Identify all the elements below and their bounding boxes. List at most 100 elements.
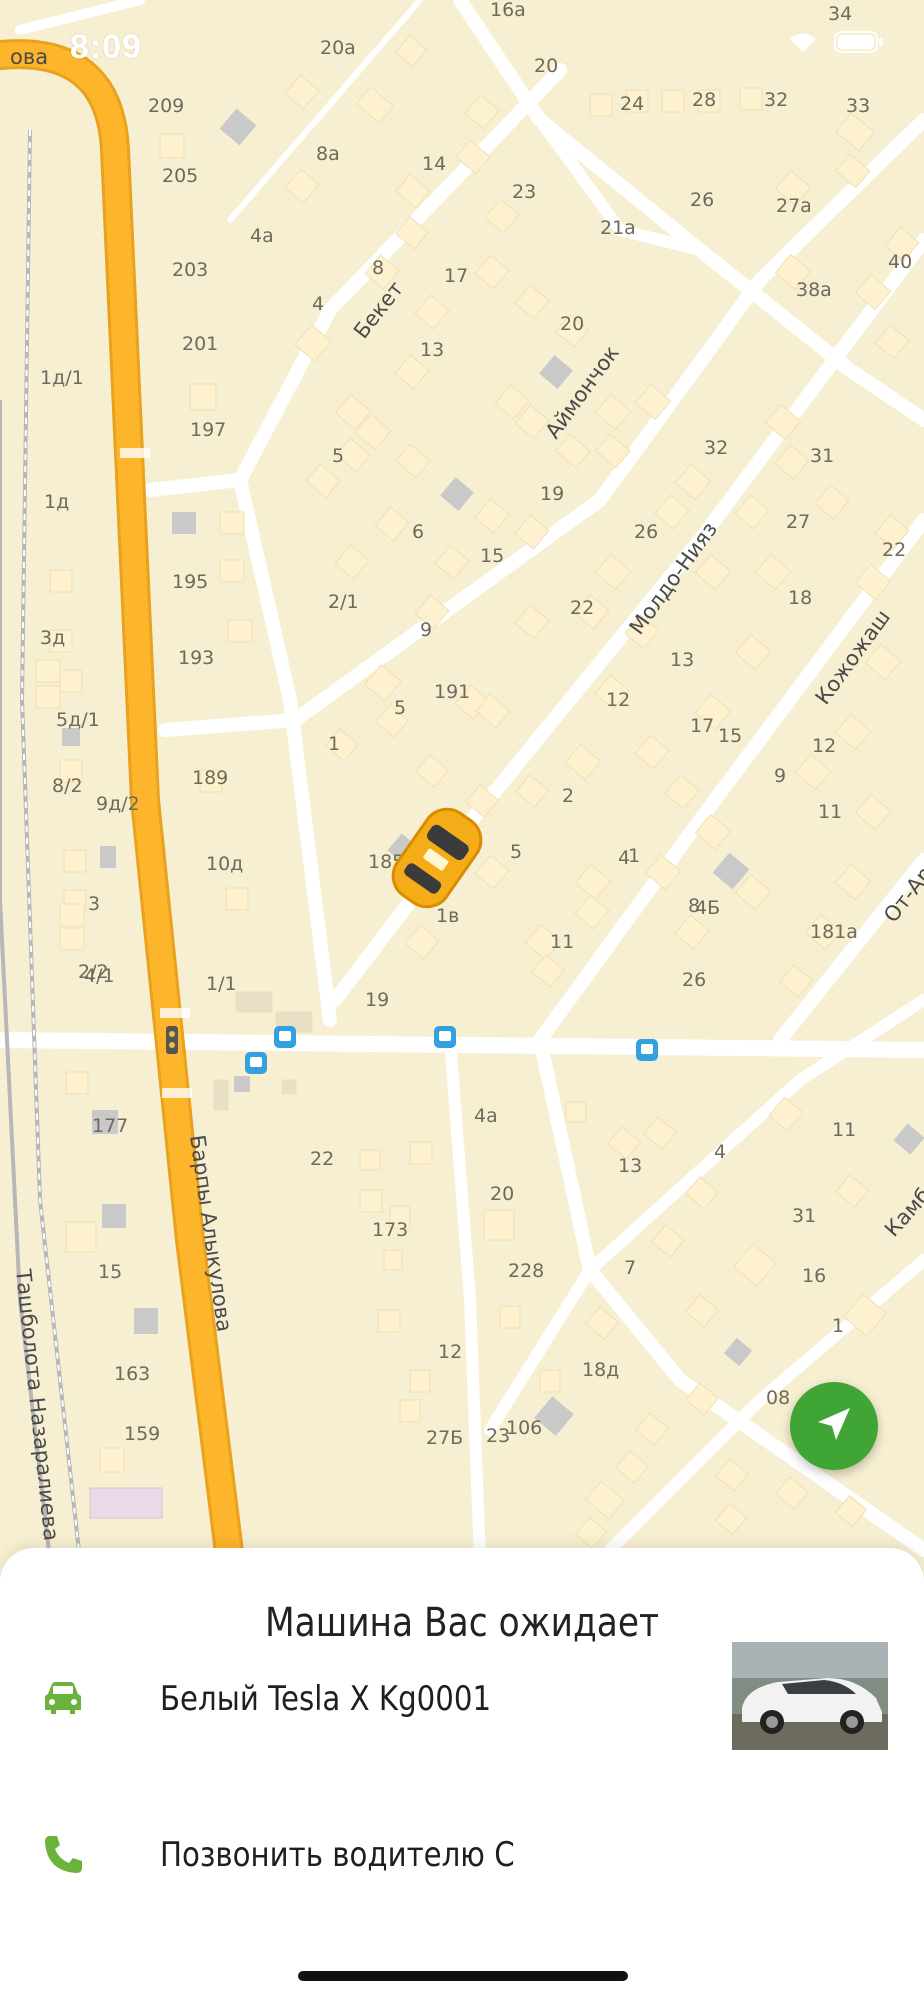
house-number-label: 14 [422,153,446,175]
status-time: 8:09 [70,28,143,66]
house-number-label: 20 [534,55,558,77]
house-number-label: 5 [394,697,406,719]
house-number-label: 19 [540,483,564,505]
house-number-label: 38а [796,279,832,301]
house-number-label: 15 [98,1261,122,1283]
house-number-label: 12 [438,1341,462,1363]
street-name-label: ова [10,45,48,69]
house-number-label: 22 [882,539,906,561]
house-number-label: 18д [582,1359,619,1381]
house-number-label: 16а [490,0,526,21]
house-number-label: 26 [634,521,658,543]
house-number-label: 8 [372,257,384,279]
house-number-label: 13 [618,1155,642,1177]
locate-arrow-icon [812,1402,856,1451]
house-number-label: 203 [172,259,208,281]
house-number-label: 19 [365,989,389,1011]
house-number-label: 3д [40,627,65,649]
house-number-label: 1д [44,491,69,513]
house-number-label: 4а [474,1105,498,1127]
house-number-label: 8/2 [52,775,83,797]
house-number-label: 31 [810,445,834,467]
traffic-light-icon [166,1026,178,1054]
house-number-label: 5 [510,841,522,863]
call-driver-label[interactable]: Позвонить водителю С [160,1835,515,1875]
house-number-label: 13 [420,339,444,361]
house-number-label: 177 [92,1115,128,1137]
house-number-label: 11 [550,931,574,953]
house-number-label: 34 [828,3,852,25]
house-number-label: 8а [316,143,340,165]
house-number-label: 15 [718,725,742,747]
house-number-label: 163 [114,1363,150,1385]
house-number-label: 9д/2 [96,793,140,815]
call-driver-row[interactable]: Позвонить водителю С [0,1810,924,1900]
house-number-label: 20 [560,313,584,335]
house-number-label: 9 [420,619,432,641]
car-photo [732,1642,888,1750]
sheet-title: Машина Вас ожидает [264,1600,660,1646]
phone-icon [38,1830,88,1880]
house-number-label: 209 [148,95,184,117]
house-number-label: 4 [714,1141,726,1163]
ride-status-sheet: Машина Вас ожидает Белый Tesla X Kg0001 [0,1548,924,2000]
house-number-label: 3 [88,893,100,915]
house-number-label: 26 [690,189,714,211]
house-number-label: 1в [436,905,459,927]
house-number-label: 08 [766,1387,790,1409]
house-number-label: 21а [600,217,636,239]
house-number-label: 205 [162,165,198,187]
house-number-label: 189 [192,767,228,789]
house-number-label: 11 [818,801,842,823]
house-number-label: 1 [328,733,340,755]
house-number-label: 191 [434,681,470,703]
house-number-label: 32 [704,437,728,459]
house-number-label: 33 [846,95,870,117]
house-number-label: 1 [832,1315,844,1337]
house-number-label: 197 [190,419,226,441]
house-number-label: 24 [620,93,644,115]
house-number-label: 31 [792,1205,816,1227]
map-view[interactable]: 16а 3420а2024 28 32 332092058а 1423 26 27а2034а… [0,0,924,1560]
house-number-label: 1 [628,845,640,867]
house-number-label: 27Б [426,1427,463,1449]
house-number-label: 2/1 [328,591,359,613]
house-number-label: 4 [312,293,324,315]
house-number-label: 27а [776,195,812,217]
house-number-label: 9 [774,765,786,787]
house-number-label: 20 [490,1183,514,1205]
battery-icon [834,30,884,59]
house-number-label: 6 [412,521,424,543]
house-number-label: 22 [310,1148,334,1170]
house-number-label: 4а [250,225,274,247]
car-icon [38,1674,88,1724]
house-number-label: 18 [788,587,812,609]
home-indicator[interactable] [298,1971,628,1981]
house-number-label: 23 [512,181,536,203]
locate-me-button[interactable] [790,1382,878,1470]
house-number-label: 20а [320,37,356,59]
house-number-label: 22 [570,597,594,619]
house-number-label: 26 [682,969,706,991]
house-number-label: 28 [692,89,716,111]
house-number-label: 12 [812,735,836,757]
house-number-label: 10д [206,853,243,875]
house-number-label: 201 [182,333,218,355]
house-number-label: 4Б [695,897,720,919]
house-number-label: 12 [606,689,630,711]
house-number-label: 16 [802,1265,826,1287]
house-number-label: 11 [832,1119,856,1141]
house-number-label: 13 [670,649,694,671]
house-number-label: 1д/1 [40,367,84,389]
car-description: Белый Tesla X Kg0001 [160,1679,492,1719]
house-number-label: 7 [624,1257,636,1279]
house-number-label: 173 [372,1219,408,1241]
house-number-label: 15 [480,545,504,567]
house-number-label: 5д/1 [56,709,100,731]
house-number-label: 2 [562,785,574,807]
house-number-label: 5 [332,445,344,467]
house-number-label: 17 [444,265,468,287]
status-icons [786,30,884,59]
house-number-label: 40 [888,251,912,273]
house-number-label: 1/1 [206,973,237,995]
